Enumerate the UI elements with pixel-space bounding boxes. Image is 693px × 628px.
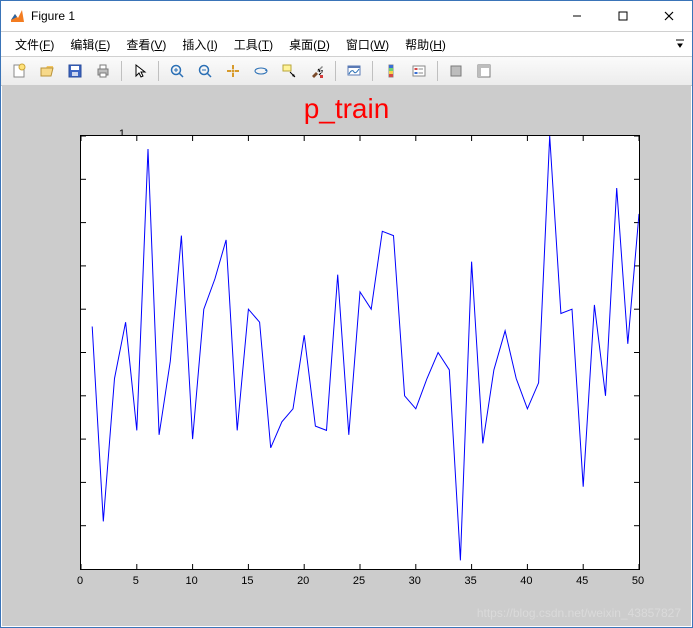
menu-desktop[interactable]: 桌面(D) [281, 34, 338, 55]
print-icon[interactable] [90, 58, 116, 84]
window-title: Figure 1 [31, 9, 75, 23]
datacursor-icon[interactable] [276, 58, 302, 84]
x-tick-label: 20 [283, 575, 323, 587]
line-plot [81, 136, 639, 569]
rotate3d-icon[interactable] [248, 58, 274, 84]
x-tick-label: 35 [451, 575, 491, 587]
axes[interactable] [80, 135, 640, 570]
toolbar-separator [121, 61, 122, 81]
open-icon[interactable] [34, 58, 60, 84]
figure-canvas[interactable]: p_train 0.10.20.30.40.50.60.70.80.91 051… [2, 85, 691, 626]
toolbar-separator [437, 61, 438, 81]
matlab-icon [9, 8, 25, 24]
menu-file[interactable]: 文件(F) [7, 34, 62, 55]
pan-icon[interactable] [220, 58, 246, 84]
x-tick-label: 15 [227, 575, 267, 587]
menu-window[interactable]: 窗口(W) [338, 34, 397, 55]
titlebar: Figure 1 [1, 1, 692, 32]
annotation-text: p_train [2, 93, 691, 125]
x-tick-label: 50 [618, 575, 658, 587]
menubar: 文件(F) 编辑(E) 查看(V) 插入(I) 工具(T) 桌面(D) 窗口(W… [1, 32, 692, 57]
watermark-text: https://blog.csdn.net/weixin_43857827 [477, 606, 681, 620]
minimize-button[interactable] [554, 1, 600, 31]
figure-window: Figure 1 文件(F) 编辑(E) 查看(V) 插入(I) 工具(T) 桌… [0, 0, 693, 628]
show-tools-icon[interactable] [471, 58, 497, 84]
save-icon[interactable] [62, 58, 88, 84]
menu-insert[interactable]: 插入(I) [174, 34, 225, 55]
x-tick-label: 25 [339, 575, 379, 587]
x-tick-label: 40 [506, 575, 546, 587]
toolbar-separator [158, 61, 159, 81]
toolbar-separator [335, 61, 336, 81]
pointer-icon[interactable] [127, 58, 153, 84]
menu-edit[interactable]: 编辑(E) [62, 34, 118, 55]
colorbar-icon[interactable] [378, 58, 404, 84]
menu-overflow-icon[interactable] [674, 36, 686, 53]
menu-tools[interactable]: 工具(T) [226, 34, 281, 55]
x-tick-label: 30 [395, 575, 435, 587]
toolbar [1, 57, 692, 86]
x-tick-label: 10 [172, 575, 212, 587]
x-tick-label: 45 [562, 575, 602, 587]
brush-icon[interactable] [304, 58, 330, 84]
zoom-in-icon[interactable] [164, 58, 190, 84]
link-icon[interactable] [341, 58, 367, 84]
close-button[interactable] [646, 1, 692, 31]
zoom-out-icon[interactable] [192, 58, 218, 84]
x-tick-label: 5 [116, 575, 156, 587]
new-figure-icon[interactable] [6, 58, 32, 84]
toolbar-separator [372, 61, 373, 81]
menu-view[interactable]: 查看(V) [118, 34, 174, 55]
legend-icon[interactable] [406, 58, 432, 84]
x-tick-label: 0 [60, 575, 100, 587]
menu-help[interactable]: 帮助(H) [397, 34, 454, 55]
hide-tools-icon[interactable] [443, 58, 469, 84]
maximize-button[interactable] [600, 1, 646, 31]
